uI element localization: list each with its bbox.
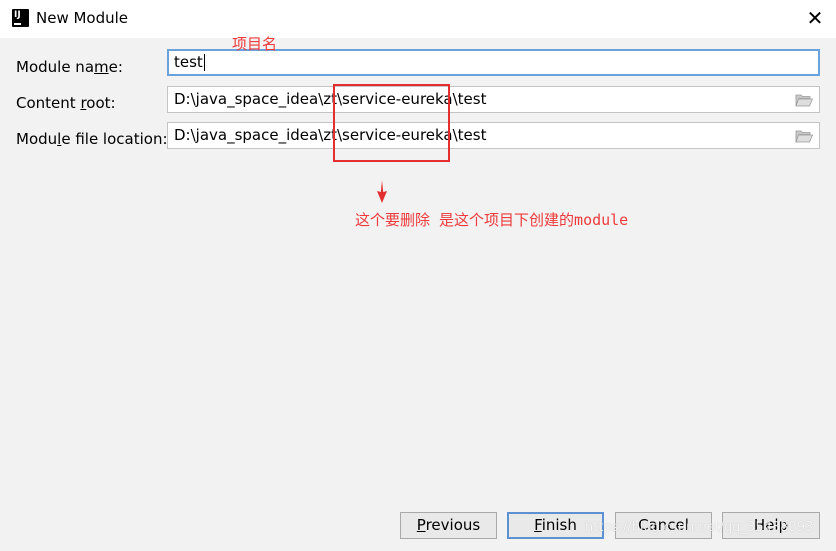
module-name-value: test <box>174 53 203 71</box>
folder-icon[interactable] <box>795 129 813 143</box>
arrow-down-icon <box>377 180 387 203</box>
intellij-idea-icon: IJ <box>10 7 31 29</box>
close-icon[interactable]: ✕ <box>800 4 830 32</box>
window-title: New Module <box>36 9 129 27</box>
content-root-input[interactable]: D:\java_space_idea\zt\service-eureka\tes… <box>167 86 820 113</box>
delete-annotation: 这个要删除 是这个项目下创建的module <box>355 211 629 229</box>
title-bar: IJ New Module ✕ <box>0 0 836 38</box>
module-name-label: Module name: <box>16 58 123 76</box>
previous-button[interactable]: Previous <box>400 512 497 539</box>
text-caret <box>203 54 205 71</box>
content-root-label: Content root: <box>16 94 116 112</box>
folder-icon[interactable] <box>795 93 813 107</box>
module-name-annotation: 项目名 <box>232 35 278 53</box>
watermark: https://blog.csdn.net/qq_35438093 <box>585 520 814 535</box>
module-file-location-label: Module file location: <box>16 130 168 148</box>
module-file-location-input[interactable]: D:\java_space_idea\zt\service-eureka\tes… <box>167 122 820 149</box>
highlight-box <box>333 84 450 162</box>
